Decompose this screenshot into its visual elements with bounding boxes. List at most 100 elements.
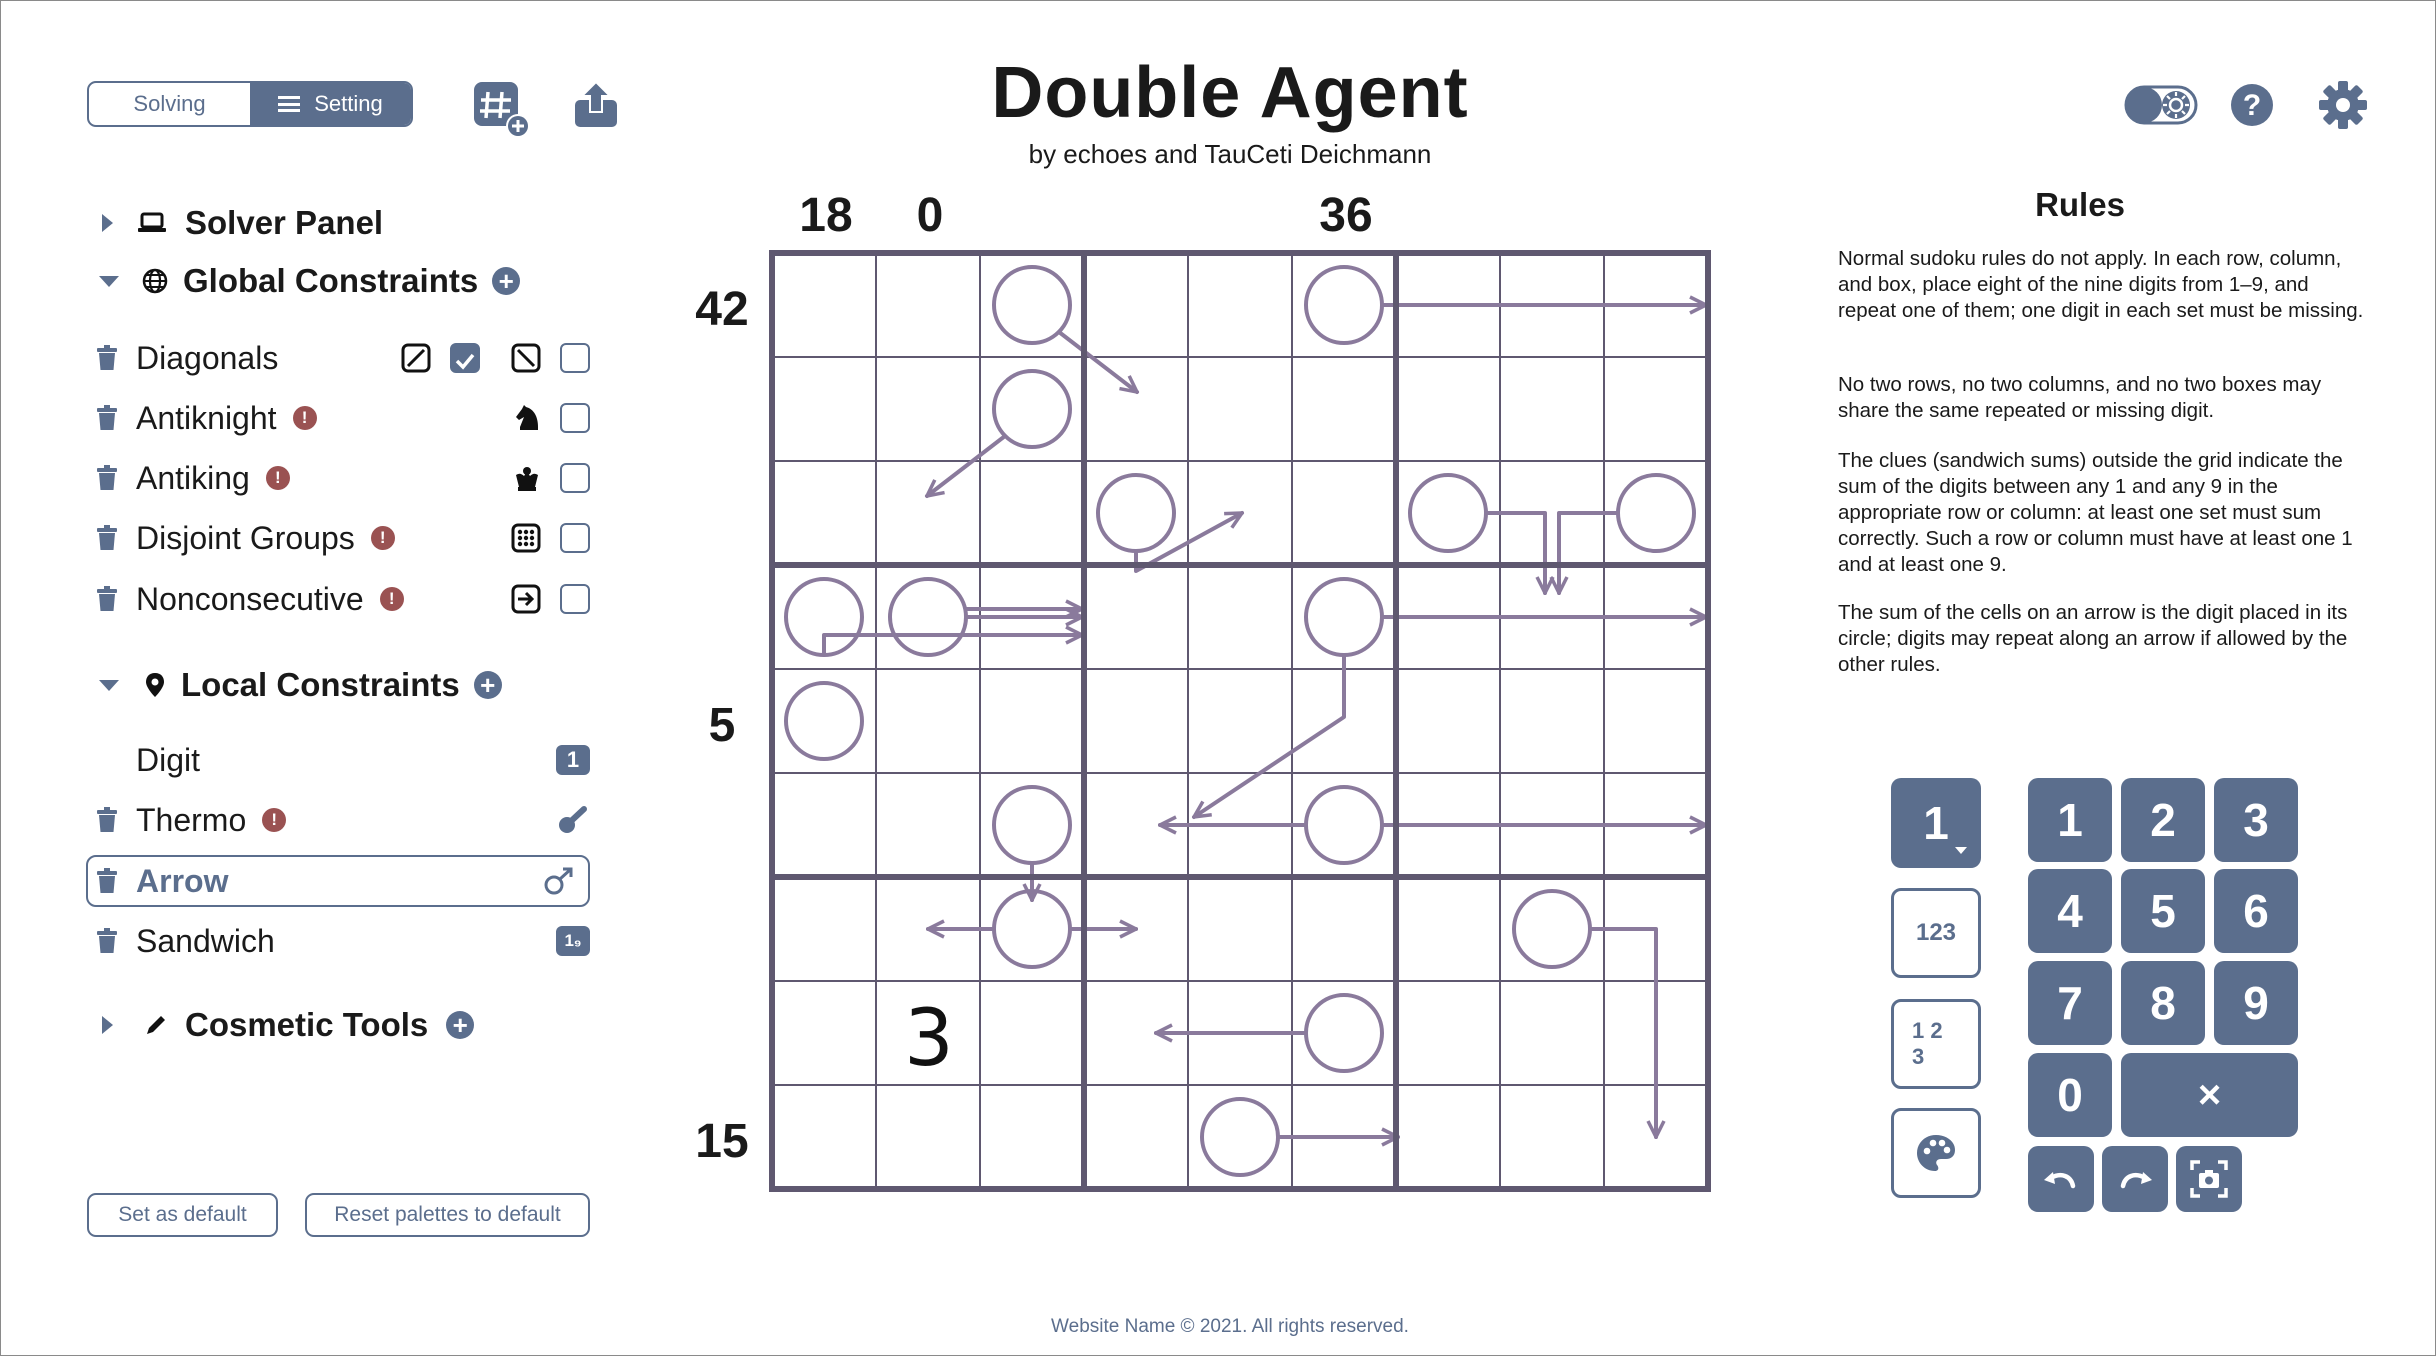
digit-8-button[interactable]: 8	[2121, 961, 2205, 1045]
constraint-row-antiknight[interactable]: Antiknight !	[96, 394, 590, 442]
digit-7-button[interactable]: 7	[2028, 961, 2112, 1045]
sudoku-grid[interactable]: 3	[760, 244, 1726, 1210]
main-diagonal-checkbox[interactable]	[560, 343, 590, 373]
grid-cell[interactable]	[1084, 565, 1188, 669]
constraint-row-diagonals[interactable]: Diagonals	[96, 334, 590, 382]
trash-icon[interactable]	[96, 868, 118, 894]
grid-cell[interactable]	[876, 253, 980, 357]
trash-icon[interactable]	[96, 807, 118, 833]
grid-cell[interactable]	[772, 461, 876, 565]
mode-solving-button[interactable]: Solving	[89, 83, 250, 125]
input-mode-normal-button[interactable]: 1	[1891, 778, 1981, 868]
delete-button[interactable]: ×	[2121, 1053, 2298, 1137]
constraint-row-antiking[interactable]: Antiking !	[96, 454, 590, 502]
redo-button[interactable]	[2102, 1146, 2168, 1212]
cosmetic-tools-header[interactable]: Cosmetic Tools +	[102, 1006, 475, 1044]
grid-cell[interactable]	[1292, 357, 1396, 461]
grid-cell[interactable]	[876, 773, 980, 877]
grid-cell[interactable]	[772, 773, 876, 877]
trash-icon[interactable]	[96, 345, 118, 371]
anti-diagonal-checkbox[interactable]	[450, 343, 480, 373]
grid-cell[interactable]	[1292, 877, 1396, 981]
local-constraints-header[interactable]: Local Constraints +	[99, 666, 502, 704]
digit-9-button[interactable]: 9	[2214, 961, 2298, 1045]
grid-cell[interactable]	[1396, 877, 1500, 981]
constraint-row-arrow[interactable]: Arrow	[86, 855, 590, 907]
grid-cell[interactable]	[1500, 357, 1604, 461]
grid-cell[interactable]	[1084, 1085, 1188, 1189]
mode-setting-button[interactable]: Setting	[250, 83, 411, 125]
grid-cell[interactable]	[1292, 461, 1396, 565]
digit-6-button[interactable]: 6	[2214, 869, 2298, 953]
reset-palettes-button[interactable]: Reset palettes to default	[305, 1193, 590, 1237]
grid-cell[interactable]	[772, 1085, 876, 1189]
grid-cell[interactable]	[1188, 357, 1292, 461]
digit-3-button[interactable]: 3	[2214, 778, 2298, 862]
digit-0-button[interactable]: 0	[2028, 1053, 2112, 1137]
help-icon[interactable]: ?	[2229, 82, 2275, 128]
constraint-row-thermo[interactable]: Thermo !	[96, 796, 590, 844]
trash-icon[interactable]	[96, 525, 118, 551]
grid-cell[interactable]	[876, 669, 980, 773]
grid-cell[interactable]	[1500, 981, 1604, 1085]
input-mode-corner-button[interactable]: 1 2 3	[1891, 999, 1981, 1089]
constraint-row-nonconsecutive[interactable]: Nonconsecutive !	[96, 575, 590, 623]
grid-cell[interactable]	[772, 981, 876, 1085]
set-as-default-button[interactable]: Set as default	[87, 1193, 278, 1237]
grid-cell[interactable]	[1188, 565, 1292, 669]
grid-cell[interactable]	[1500, 1085, 1604, 1189]
digit-2-button[interactable]: 2	[2121, 778, 2205, 862]
solver-panel-header[interactable]: Solver Panel	[102, 204, 383, 242]
grid-cell[interactable]	[1396, 981, 1500, 1085]
add-cosmetic-button[interactable]: +	[446, 1011, 475, 1039]
grid-cell[interactable]	[876, 1085, 980, 1189]
grid-cell[interactable]	[1084, 357, 1188, 461]
grid-cell[interactable]	[980, 1085, 1084, 1189]
grid-cell[interactable]	[772, 357, 876, 461]
digit-1-button[interactable]: 1	[2028, 778, 2112, 862]
digit-4-button[interactable]: 4	[2028, 869, 2112, 953]
global-constraints-header[interactable]: Global Constraints +	[99, 262, 521, 300]
trash-icon[interactable]	[96, 465, 118, 491]
antiknight-checkbox[interactable]	[560, 403, 590, 433]
grid-cell[interactable]	[1396, 1085, 1500, 1189]
constraint-row-digit[interactable]: Digit 1	[96, 736, 590, 784]
export-icon[interactable]	[572, 80, 620, 130]
grid-cell[interactable]	[1188, 253, 1292, 357]
grid-cell[interactable]	[1604, 669, 1708, 773]
grid-cell[interactable]	[1500, 669, 1604, 773]
grid-cell[interactable]	[1396, 357, 1500, 461]
add-global-constraint-button[interactable]: +	[492, 267, 521, 295]
grid-cell[interactable]	[772, 253, 876, 357]
trash-icon[interactable]	[96, 405, 118, 431]
constraint-row-disjoint-groups[interactable]: Disjoint Groups !	[96, 514, 590, 562]
grid-cell[interactable]	[1604, 357, 1708, 461]
undo-button[interactable]	[2028, 1146, 2094, 1212]
digit-5-button[interactable]: 5	[2121, 869, 2205, 953]
settings-gear-icon[interactable]	[2318, 80, 2368, 130]
nonconsecutive-checkbox[interactable]	[560, 584, 590, 614]
add-local-constraint-button[interactable]: +	[473, 671, 502, 699]
grid-cell[interactable]	[1396, 669, 1500, 773]
grid-cell[interactable]	[980, 461, 1084, 565]
grid-cell[interactable]	[1188, 877, 1292, 981]
screenshot-button[interactable]	[2176, 1146, 2242, 1212]
grid-cell[interactable]	[980, 981, 1084, 1085]
disjoint-groups-checkbox[interactable]	[560, 523, 590, 553]
color-mode-button[interactable]	[1891, 1108, 1981, 1198]
grid-cell[interactable]	[1084, 253, 1188, 357]
grid-cell[interactable]	[1084, 669, 1188, 773]
mode-toggle[interactable]: Solving Setting	[87, 81, 413, 127]
grid-cell[interactable]	[1188, 669, 1292, 773]
new-grid-icon[interactable]	[472, 80, 532, 140]
input-mode-center-button[interactable]: 123	[1891, 888, 1981, 978]
trash-icon[interactable]	[96, 586, 118, 612]
grid-cell[interactable]	[980, 669, 1084, 773]
grid-cell[interactable]	[876, 461, 980, 565]
constraint-row-sandwich[interactable]: Sandwich 1₉	[96, 917, 590, 965]
grid-cell[interactable]	[876, 357, 980, 461]
trash-icon[interactable]	[96, 928, 118, 954]
grid-cell[interactable]	[772, 877, 876, 981]
theme-toggle[interactable]	[2124, 83, 2198, 127]
antiking-checkbox[interactable]	[560, 463, 590, 493]
